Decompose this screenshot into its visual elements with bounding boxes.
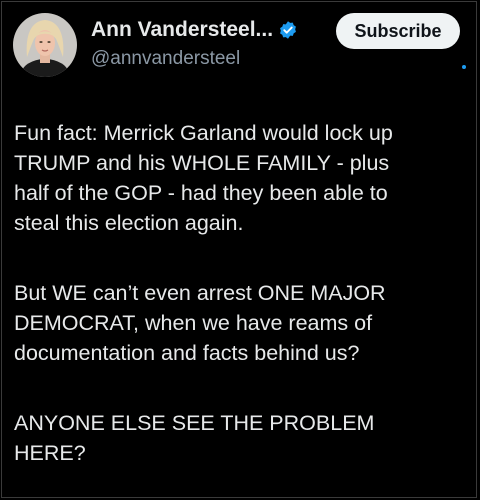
tweet-card: Ann Vandersteel... @annvandersteel Subsc… bbox=[1, 1, 477, 498]
profile-photo-icon bbox=[13, 13, 77, 77]
author-name-row[interactable]: Ann Vandersteel... bbox=[91, 16, 298, 44]
tweet-paragraph-3: ANYONE ELSE SEE THE PROBLEM HERE? bbox=[14, 408, 470, 468]
display-name[interactable]: Ann Vandersteel... bbox=[91, 18, 273, 42]
tweet-line: ANYONE ELSE SEE THE PROBLEM bbox=[14, 411, 375, 435]
tweet-line: HERE? bbox=[14, 441, 86, 465]
tweet-line: half of the GOP - had they been able to bbox=[14, 181, 388, 205]
tweet-line: DEMOCRAT, when we have reams of bbox=[14, 311, 373, 335]
tweet-text: Fun fact: Merrick Garland would lock up … bbox=[14, 118, 470, 468]
avatar[interactable] bbox=[13, 13, 77, 77]
tweet-line: steal this election again. bbox=[14, 211, 244, 235]
tweet-line: Fun fact: Merrick Garland would lock up bbox=[14, 121, 393, 145]
tweet-line: But WE can’t even arrest ONE MAJOR bbox=[14, 281, 386, 305]
unread-dot-icon bbox=[462, 65, 466, 69]
tweet-paragraph-1: Fun fact: Merrick Garland would lock up … bbox=[14, 118, 470, 238]
user-handle[interactable]: @annvandersteel bbox=[91, 48, 240, 70]
tweet-line: documentation and facts behind us? bbox=[14, 341, 360, 365]
tweet-paragraph-2: But WE can’t even arrest ONE MAJOR DEMOC… bbox=[14, 278, 470, 368]
tweet-line: TRUMP and his WHOLE FAMILY - plus bbox=[14, 151, 390, 175]
subscribe-button[interactable]: Subscribe bbox=[336, 13, 460, 49]
verified-badge-icon bbox=[280, 21, 296, 39]
